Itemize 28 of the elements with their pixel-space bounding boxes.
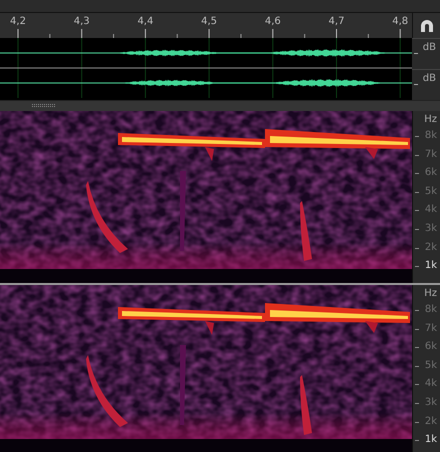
time-label: 4,5 — [201, 16, 218, 27]
time-label: 4,3 — [74, 16, 90, 27]
unit-label: dB — [422, 73, 436, 84]
unit-label: Hz — [424, 288, 437, 299]
frequency-label: 5k — [424, 360, 437, 371]
magnet-icon[interactable] — [420, 18, 434, 32]
time-label: 4,6 — [264, 16, 281, 27]
time-label: 4,4 — [137, 16, 154, 27]
frequency-label: 4k — [424, 378, 437, 390]
frequency-label: 2k — [424, 242, 437, 253]
frequency-label: 1k — [424, 260, 437, 272]
frequency-label: 6k — [424, 341, 437, 352]
unit-label: dB — [422, 42, 436, 53]
frequency-label: 1k — [424, 434, 437, 446]
frequency-label: 3k — [424, 223, 437, 234]
time-label: 4,7 — [328, 16, 344, 27]
time-label: 4,2 — [10, 16, 26, 27]
frequency-label: 5k — [424, 186, 437, 197]
frequency-label: 7k — [424, 322, 437, 334]
frequency-label: 4k — [424, 204, 437, 216]
frequency-label: 6k — [424, 167, 437, 178]
frequency-label: 2k — [424, 416, 437, 427]
unit-label: Hz — [424, 114, 437, 125]
frequency-label: 8k — [424, 130, 437, 141]
time-label: 4,8 — [392, 16, 408, 27]
frequency-label: 3k — [424, 397, 437, 408]
frequency-label: 7k — [424, 148, 437, 160]
frequency-label: 8k — [424, 304, 437, 315]
